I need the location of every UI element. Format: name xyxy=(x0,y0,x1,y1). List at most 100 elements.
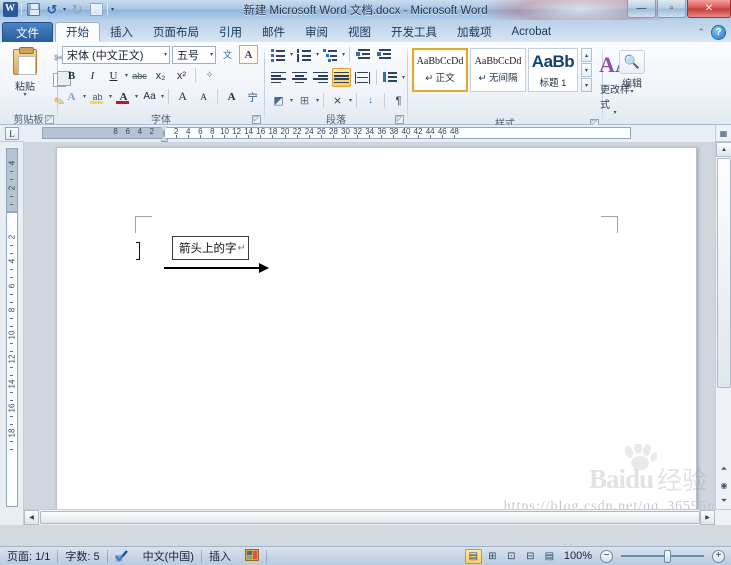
editing-button[interactable]: 🔍 编辑 ▾ xyxy=(611,48,653,95)
horizontal-ruler[interactable]: 8 6 4 2 2 4 6 8 10 12 14 16 18 20 22 24 26 28 30 32 34 36 38 40… xyxy=(24,125,715,142)
view-print-layout-button[interactable]: ▤ xyxy=(464,548,482,564)
numbering-caret[interactable]: ▾ xyxy=(316,51,319,58)
text-effects-caret[interactable]: ▾ xyxy=(83,93,86,100)
status-word-count[interactable]: 字数: 5 xyxy=(58,547,106,565)
underline-button[interactable]: U xyxy=(104,66,123,85)
clipboard-dialog-launcher[interactable]: ◸ xyxy=(45,115,54,124)
vertical-scroll-thumb[interactable] xyxy=(717,158,731,388)
change-case-button[interactable]: Aa xyxy=(140,87,159,106)
italic-button[interactable]: I xyxy=(83,66,102,85)
vertical-scrollbar[interactable]: ▲ ⏶ ◉ ⏷ ▼ xyxy=(715,142,731,525)
sort-button[interactable]: ↓ xyxy=(361,91,380,110)
zoom-slider[interactable] xyxy=(615,549,710,564)
indent-markers[interactable] xyxy=(160,125,169,142)
tab-developer[interactable]: 开发工具 xyxy=(381,22,447,42)
style-item-normal[interactable]: AaBbCcDd ↵ 正文 xyxy=(412,48,468,92)
styles-gallery[interactable]: AaBbCcDd ↵ 正文 AaBbCcDd ↵ 无间隔 AaBb 标题 1 ▴… xyxy=(412,48,592,92)
phonetic-guide-button[interactable]: 文 xyxy=(218,45,237,64)
paragraph-dialog-launcher[interactable]: ◸ xyxy=(395,115,404,124)
previous-page-button[interactable]: ⏶ xyxy=(716,461,731,477)
select-browse-object-button[interactable]: ◉ xyxy=(716,477,731,493)
document-area[interactable]: 箭头上的字 ↵ Baidu 经验 https://blog.csdn.net/q… xyxy=(24,142,731,525)
tab-view[interactable]: 视图 xyxy=(338,22,381,42)
styles-gallery-nav[interactable]: ▴ ▾ ▾ xyxy=(581,48,592,92)
asian-layout-button[interactable]: ⨯ xyxy=(328,91,347,110)
borders-button[interactable]: ⊞ xyxy=(295,91,314,110)
tab-mailings[interactable]: 邮件 xyxy=(252,22,295,42)
tab-review[interactable]: 审阅 xyxy=(295,22,338,42)
line-spacing-caret[interactable]: ▾ xyxy=(402,74,405,81)
shading-caret[interactable]: ▾ xyxy=(290,97,293,104)
zoom-slider-thumb[interactable] xyxy=(664,549,671,563)
maximize-button[interactable]: ▫ xyxy=(657,0,686,18)
tab-selector-button[interactable]: L xyxy=(0,125,24,142)
horizontal-scroll-thumb[interactable] xyxy=(40,511,700,524)
tab-addins[interactable]: 加载项 xyxy=(447,22,502,42)
decrease-indent-button[interactable] xyxy=(354,45,373,64)
editing-caret[interactable]: ▾ xyxy=(630,89,633,95)
enclose-character-button[interactable]: 宁 xyxy=(243,87,262,106)
view-full-screen-reading-button[interactable]: ⊞ xyxy=(484,549,501,564)
styles-scroll-up-button[interactable]: ▴ xyxy=(581,48,592,62)
vertical-ruler[interactable]: 4 2 2 4 6 8 10 12 14 16 18 xyxy=(0,142,24,525)
grow-font-button[interactable]: A xyxy=(173,87,192,106)
ruler-toggle-button[interactable]: ▦ xyxy=(715,125,731,141)
superscript-button[interactable]: x² xyxy=(172,66,191,85)
scroll-up-button[interactable]: ▲ xyxy=(716,142,731,157)
text-box-shape[interactable]: 箭头上的字 ↵ xyxy=(172,236,249,260)
arrow-head-shape[interactable] xyxy=(259,263,269,273)
line-spacing-button[interactable] xyxy=(381,68,400,87)
font-dialog-launcher[interactable]: ◸ xyxy=(252,115,261,124)
increase-indent-button[interactable] xyxy=(375,45,394,64)
zoom-level-label[interactable]: 100% xyxy=(560,550,598,562)
highlight-button[interactable]: ab xyxy=(88,87,107,106)
status-proofing[interactable] xyxy=(108,547,136,565)
horizontal-scrollbar[interactable]: ◀ ▶ xyxy=(24,509,731,525)
ribbon-tabs[interactable]: 文件 开始 插入 页面布局 引用 邮件 审阅 视图 开发工具 加载项 Acrob… xyxy=(0,20,731,42)
status-page-indicator[interactable]: 页面: 1/1 xyxy=(0,547,57,565)
view-outline-button[interactable]: ⊟ xyxy=(522,549,539,564)
subscript-button[interactable]: x₂ xyxy=(151,66,170,85)
style-item-no-spacing[interactable]: AaBbCcDd ↵ 无间隔 xyxy=(470,48,526,92)
status-language[interactable]: 中文(中国) xyxy=(136,547,201,565)
bold-button[interactable]: B xyxy=(62,66,81,85)
multilevel-list-button[interactable] xyxy=(321,45,340,64)
bullets-caret[interactable]: ▾ xyxy=(290,51,293,58)
show-formatting-marks-button[interactable]: ¶ xyxy=(389,91,408,110)
styles-more-button[interactable]: ▾ xyxy=(581,78,592,92)
next-page-button[interactable]: ⏷ xyxy=(716,493,731,509)
distributed-button[interactable] xyxy=(353,68,372,87)
paste-caret[interactable]: ▾ xyxy=(23,92,26,98)
zoom-out-button[interactable]: − xyxy=(600,549,613,563)
font-color-button[interactable]: A xyxy=(114,87,133,106)
document-page[interactable]: 箭头上的字 ↵ xyxy=(56,147,697,525)
font-color-caret[interactable]: ▾ xyxy=(135,93,138,100)
borders-caret[interactable]: ▾ xyxy=(316,97,319,104)
font-name-combo[interactable]: 宋体 (中文正文) ▾ xyxy=(62,45,170,64)
character-border-button[interactable]: A xyxy=(239,45,258,64)
shrink-font-button[interactable]: A xyxy=(194,87,213,106)
view-web-layout-button[interactable]: ⊡ xyxy=(503,549,520,564)
change-case-caret[interactable]: ▾ xyxy=(161,93,164,100)
align-center-button[interactable] xyxy=(290,68,309,87)
justify-button[interactable] xyxy=(332,68,351,87)
tab-insert[interactable]: 插入 xyxy=(100,22,143,42)
bullets-button[interactable] xyxy=(269,45,288,64)
asian-layout-caret[interactable]: ▾ xyxy=(349,97,352,104)
highlight-caret[interactable]: ▾ xyxy=(109,93,112,100)
tab-references[interactable]: 引用 xyxy=(209,22,252,42)
help-button[interactable]: ? xyxy=(711,25,726,40)
minimize-button[interactable]: — xyxy=(627,0,656,18)
font-size-caret[interactable]: ▾ xyxy=(206,51,213,58)
style-item-heading-1[interactable]: AaBb 标题 1 xyxy=(528,48,578,92)
align-left-button[interactable] xyxy=(269,68,288,87)
numbering-button[interactable] xyxy=(295,45,314,64)
window-controls[interactable]: — ▫ ✕ xyxy=(626,0,731,18)
zoom-in-button[interactable]: + xyxy=(712,549,725,563)
status-insert-mode[interactable]: 插入 xyxy=(202,547,238,565)
tab-page-layout[interactable]: 页面布局 xyxy=(143,22,209,42)
ruler-left-margin-zone[interactable] xyxy=(42,127,164,139)
arrow-line-shape[interactable] xyxy=(164,267,261,269)
multilevel-caret[interactable]: ▾ xyxy=(342,51,345,58)
align-right-button[interactable] xyxy=(311,68,330,87)
